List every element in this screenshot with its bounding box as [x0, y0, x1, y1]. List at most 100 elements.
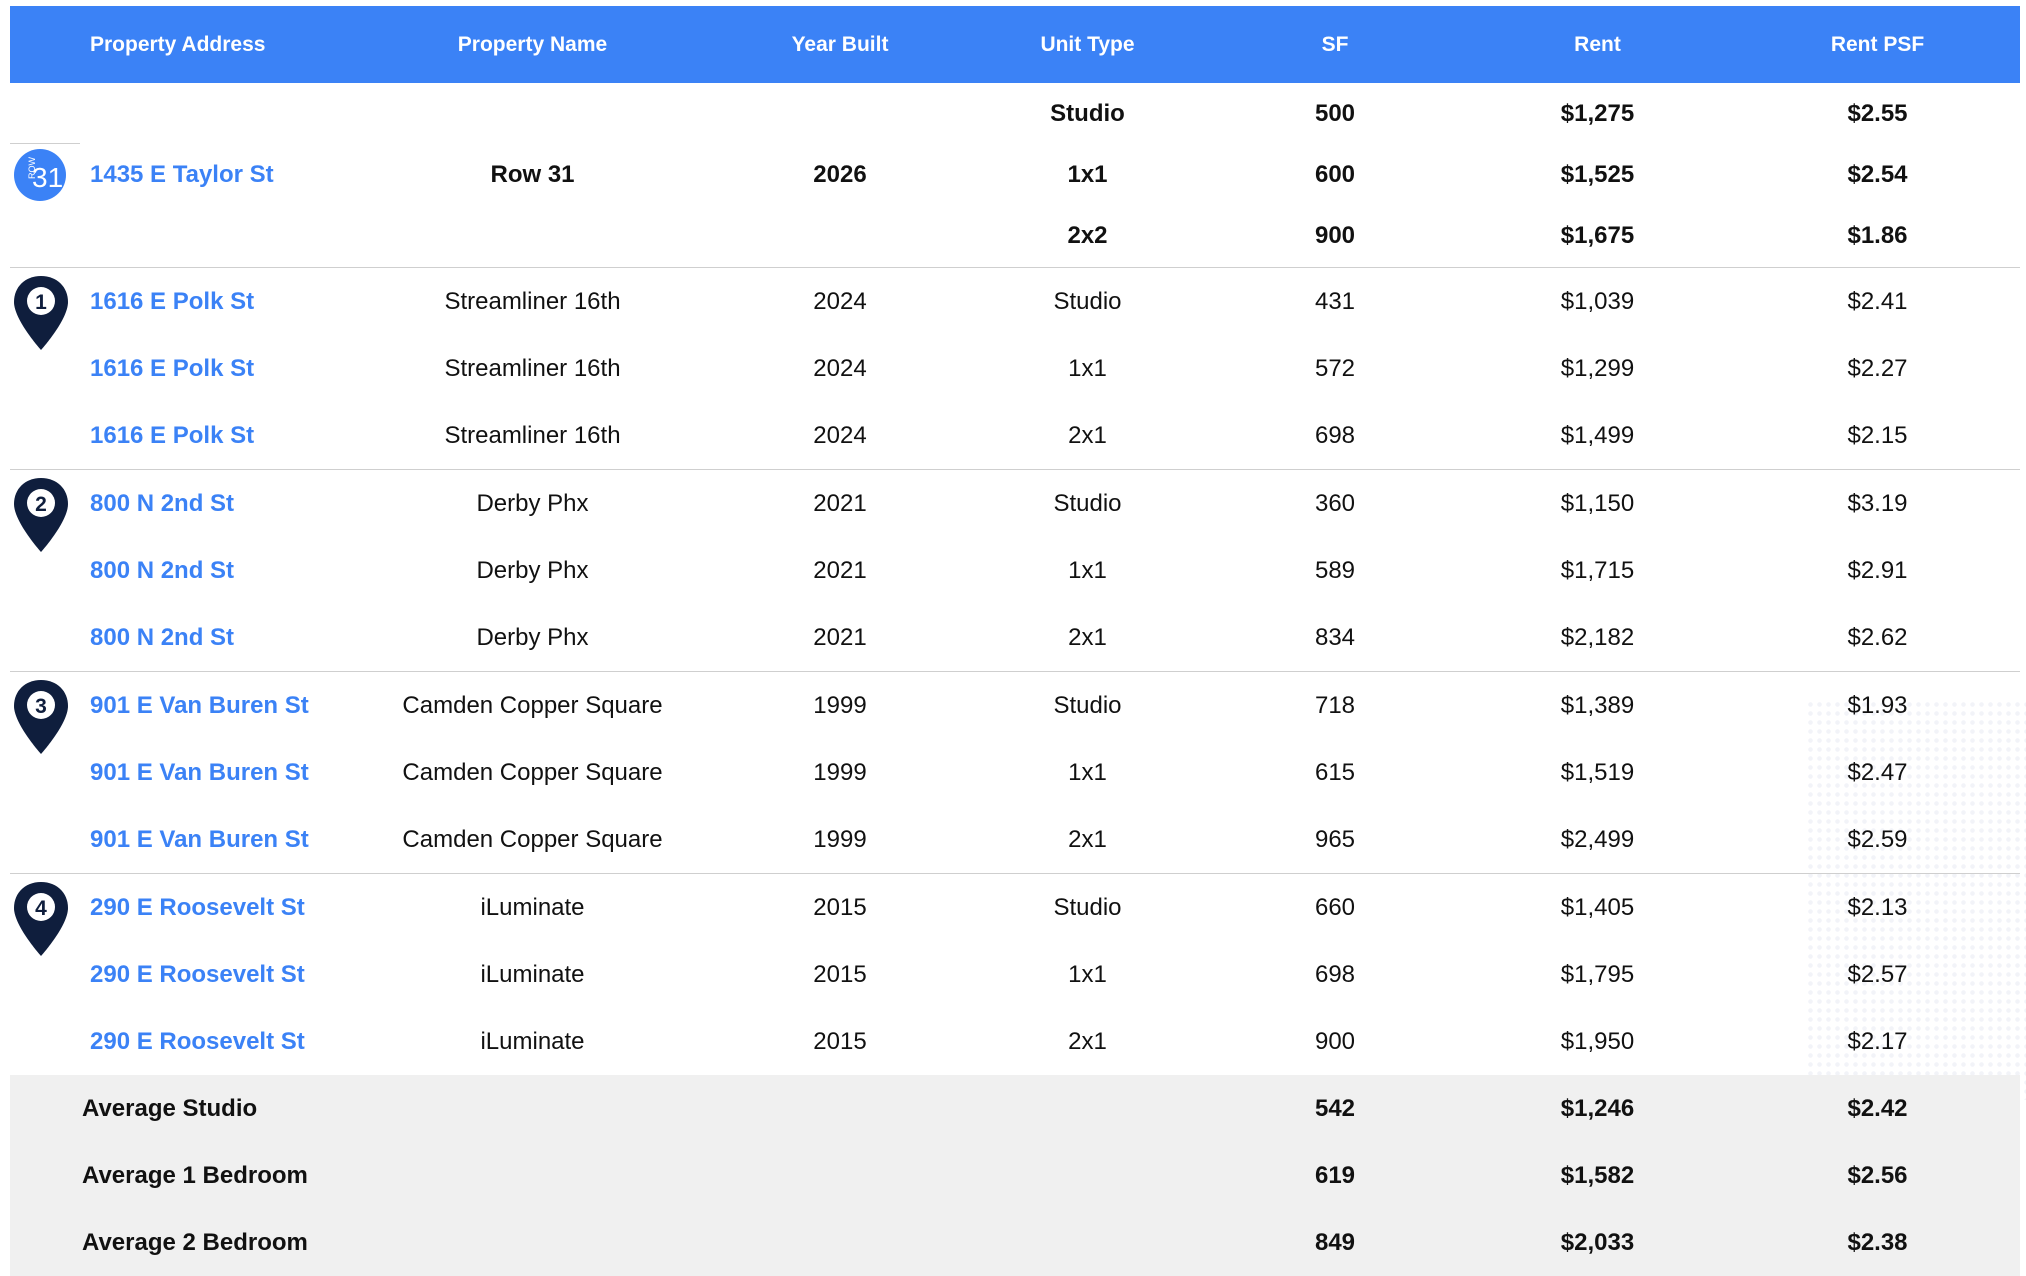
table-row: 1616 E Polk St Streamliner 16th 2024 2x1…	[10, 402, 2020, 469]
map-pin-icon: 1	[14, 276, 68, 350]
average-rent-psf: $2.42	[1847, 1094, 1908, 1122]
rent-psf: $2.13	[1847, 893, 1908, 921]
square-feet: 965	[1314, 825, 1356, 853]
property-name: iLuminate	[480, 1027, 585, 1055]
average-rent: $2,033	[1560, 1228, 1635, 1256]
unit-type: 2x1	[1068, 623, 1107, 651]
table-row: 290 E Roosevelt St iLuminate 2015 2x1 90…	[10, 1008, 2020, 1075]
comp-group-4: 4 290 E Roosevelt St iLuminate 2015 Stud…	[10, 874, 2020, 1075]
svg-text:31: 31	[32, 162, 63, 193]
property-name: iLuminate	[480, 960, 585, 988]
rent: $1,275	[1560, 100, 1635, 127]
average-row: Average Studio 542 $1,246 $2.42	[10, 1075, 2020, 1142]
comp-group-3: 3 901 E Van Buren St Camden Copper Squar…	[10, 672, 2020, 874]
square-feet: 615	[1314, 758, 1356, 786]
table-row: 800 N 2nd St Derby Phx 2021 Studio 360 $…	[10, 470, 2020, 537]
averages-section: Average Studio 542 $1,246 $2.42 Average …	[10, 1075, 2020, 1276]
header-property-name[interactable]: Property Name	[350, 33, 715, 57]
comp-group-1: 1 1616 E Polk St Streamliner 16th 2024 S…	[10, 268, 2020, 470]
year-built: 2021	[813, 489, 867, 517]
unit-type: 2x2	[1067, 222, 1108, 249]
year-built: 2015	[813, 1027, 867, 1055]
rent-psf: $2.41	[1847, 287, 1908, 315]
svg-text:3: 3	[35, 695, 47, 718]
rent: $1,715	[1560, 556, 1635, 584]
average-sf: 619	[1314, 1161, 1356, 1189]
svg-text:1: 1	[35, 291, 47, 314]
row31-logo-icon: ROW 31	[14, 149, 66, 201]
year-built: 2021	[813, 556, 867, 584]
subject-property-group: ROW 31 Studio 500 $1,275 $2.55 1435 E Ta…	[10, 83, 2020, 268]
rent: $1,499	[1560, 421, 1635, 449]
table-row: 290 E Roosevelt St iLuminate 2015 1x1 69…	[10, 941, 2020, 1008]
property-name: Streamliner 16th	[444, 287, 621, 315]
map-pin-icon: 4	[14, 882, 68, 956]
square-feet: 834	[1314, 623, 1356, 651]
rent-psf: $2.54	[1847, 161, 1908, 188]
table-row: 901 E Van Buren St Camden Copper Square …	[10, 739, 2020, 806]
unit-type: Studio	[1053, 287, 1122, 315]
property-address-link[interactable]: 901 E Van Buren St	[10, 759, 350, 787]
average-sf: 849	[1314, 1228, 1356, 1256]
rent: $1,525	[1560, 161, 1635, 188]
rent: $1,519	[1560, 758, 1635, 786]
average-rent: $1,246	[1560, 1094, 1635, 1122]
rent: $1,039	[1560, 287, 1635, 315]
year-built: 2015	[813, 893, 867, 921]
rent: $1,389	[1560, 691, 1635, 719]
rent-psf: $2.27	[1847, 354, 1908, 382]
unit-type: 2x1	[1068, 421, 1107, 449]
square-feet: 900	[1314, 1027, 1356, 1055]
square-feet: 698	[1314, 421, 1356, 449]
header-sf[interactable]: SF	[1210, 33, 1460, 57]
rent: $2,182	[1560, 623, 1635, 651]
square-feet: 431	[1314, 287, 1356, 315]
year-built: 1999	[813, 691, 867, 719]
year-built: 2015	[813, 960, 867, 988]
unit-type: 1x1	[1068, 354, 1107, 382]
header-rent-psf[interactable]: Rent PSF	[1735, 33, 2020, 57]
property-address-link[interactable]: 901 E Van Buren St	[10, 826, 350, 854]
header-property-address[interactable]: Property Address	[10, 33, 350, 57]
unit-type: 1x1	[1068, 758, 1107, 786]
square-feet: 600	[1314, 161, 1356, 188]
rent-psf: $3.19	[1847, 489, 1908, 517]
table-row: 901 E Van Buren St Camden Copper Square …	[10, 806, 2020, 873]
header-year-built[interactable]: Year Built	[715, 33, 965, 57]
average-rent: $1,582	[1560, 1161, 1635, 1189]
property-address-link[interactable]: 290 E Roosevelt St	[10, 961, 350, 989]
rent: $1,405	[1560, 893, 1635, 921]
square-feet: 660	[1314, 893, 1356, 921]
rent-psf: $1.86	[1847, 222, 1908, 249]
property-address-link[interactable]: 290 E Roosevelt St	[10, 1028, 350, 1056]
year-built: 1999	[813, 825, 867, 853]
property-name: Camden Copper Square	[402, 825, 663, 853]
rent-psf: $2.62	[1847, 623, 1908, 651]
average-row: Average 2 Bedroom 849 $2,033 $2.38	[10, 1209, 2020, 1276]
square-feet: 360	[1314, 489, 1356, 517]
property-address-link[interactable]: 800 N 2nd St	[10, 624, 350, 652]
rent-comparables-table: Property Address Property Name Year Buil…	[10, 6, 2020, 1276]
property-address-link[interactable]: 1616 E Polk St	[10, 422, 350, 450]
comp-group-2: 2 800 N 2nd St Derby Phx 2021 Studio 360…	[10, 470, 2020, 672]
unit-type: 1x1	[1067, 161, 1108, 188]
rent-psf: $2.91	[1847, 556, 1908, 584]
property-address-link[interactable]: 1616 E Polk St	[10, 355, 350, 383]
header-rent[interactable]: Rent	[1460, 33, 1735, 57]
square-feet: 698	[1314, 960, 1356, 988]
property-name: Derby Phx	[476, 623, 589, 651]
unit-type: Studio	[1050, 100, 1125, 127]
unit-type: 1x1	[1068, 556, 1107, 584]
rent-psf: $2.15	[1847, 421, 1908, 449]
square-feet: 900	[1314, 222, 1356, 249]
property-name: Derby Phx	[476, 556, 589, 584]
rent: $1,299	[1560, 354, 1635, 382]
table-header: Property Address Property Name Year Buil…	[10, 6, 2020, 83]
rent: $1,950	[1560, 1027, 1635, 1055]
map-pin-icon: 2	[14, 478, 68, 552]
property-address-link[interactable]: 800 N 2nd St	[10, 557, 350, 585]
rent-psf: $2.47	[1847, 758, 1908, 786]
year-built: 1999	[813, 758, 867, 786]
rent-psf: $1.93	[1847, 691, 1908, 719]
header-unit-type[interactable]: Unit Type	[965, 33, 1210, 57]
